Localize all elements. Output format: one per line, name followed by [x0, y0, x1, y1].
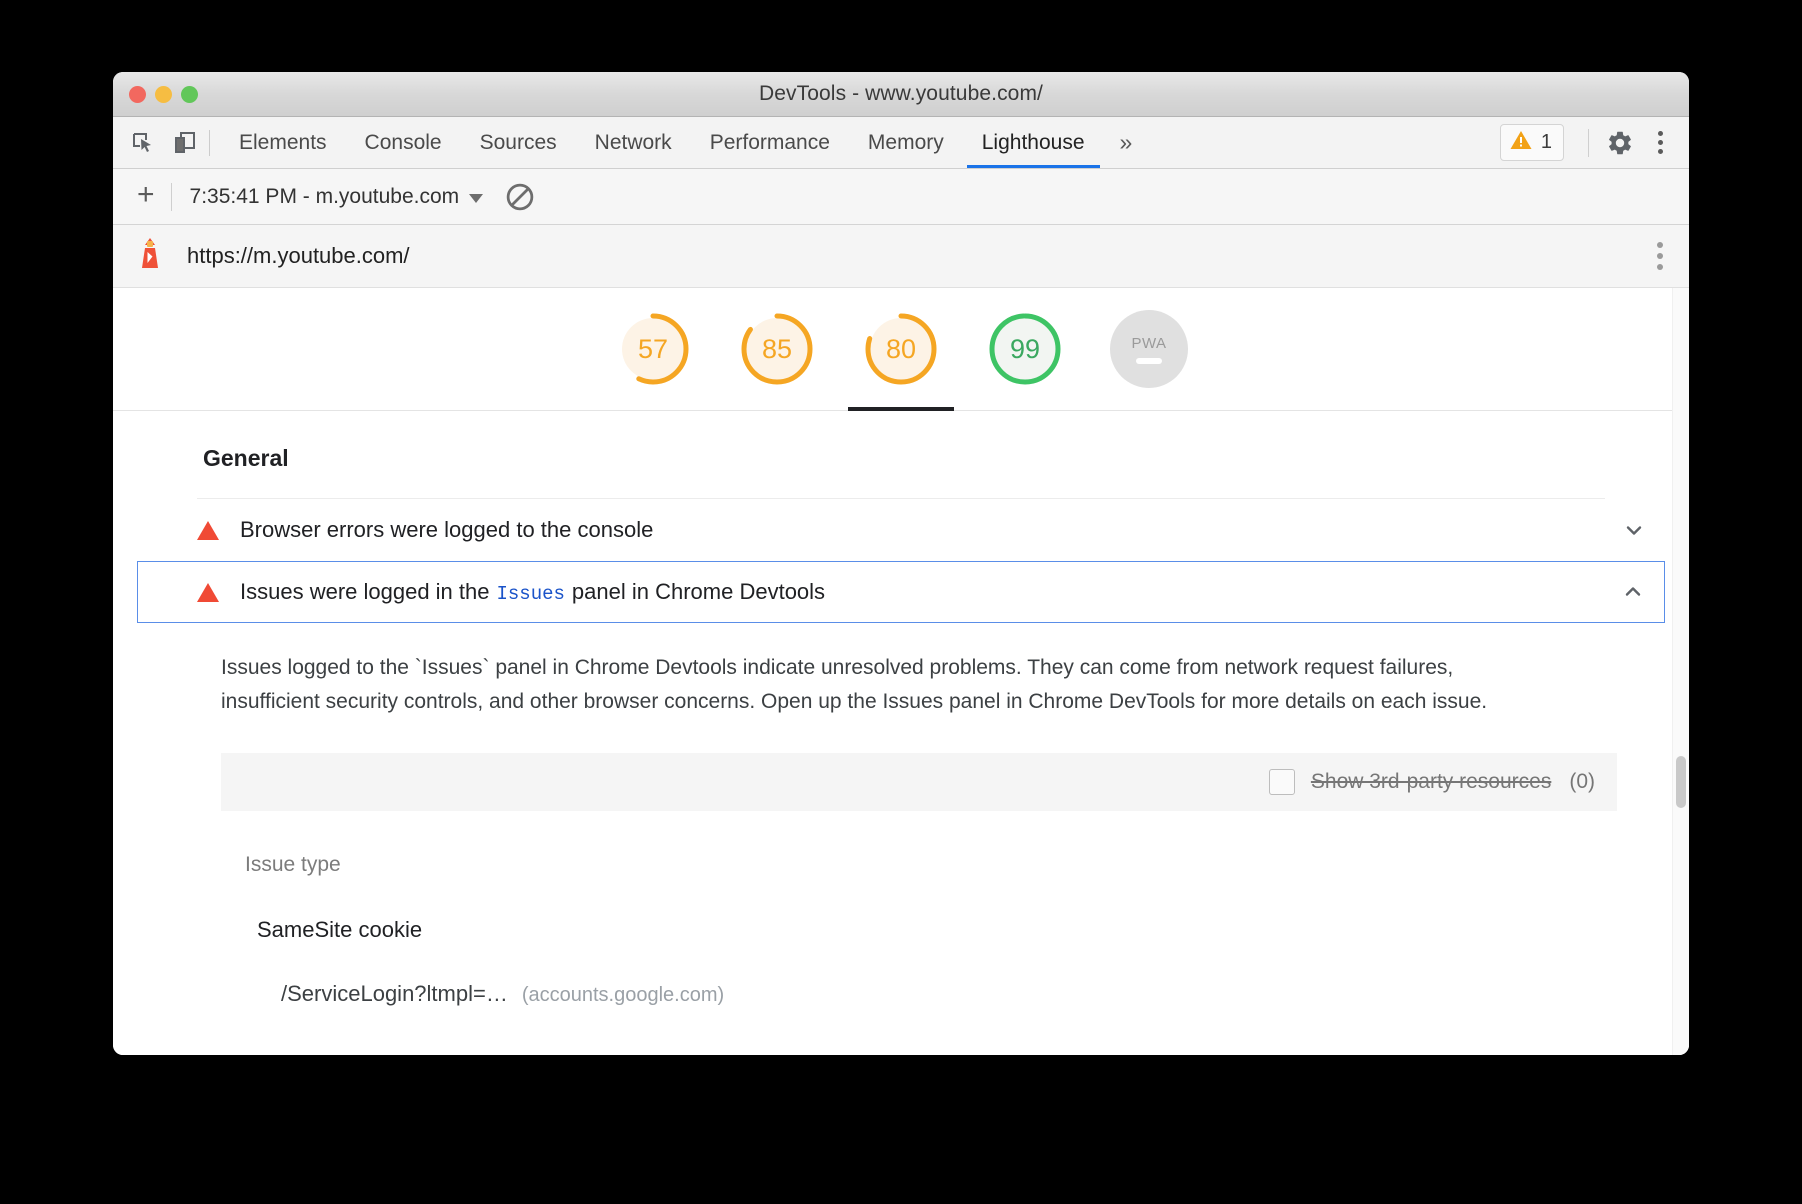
tab-label: Memory [868, 131, 944, 155]
pwa-dash-icon [1136, 358, 1162, 364]
lighthouse-kebab-menu-icon[interactable] [1657, 240, 1671, 273]
tab-network[interactable]: Network [576, 117, 691, 168]
gauge-best-practices[interactable]: 80 [850, 288, 952, 410]
audit-row-browser-errors[interactable]: Browser errors were logged to the consol… [137, 499, 1665, 561]
tab-label: Sources [480, 131, 557, 155]
audit-description: Issues logged to the `Issues` panel in C… [197, 623, 1581, 719]
tab-performance[interactable]: Performance [691, 117, 849, 168]
gauge-ring: 80 [862, 310, 940, 388]
gauge-value: 80 [886, 334, 916, 365]
audited-url: https://m.youtube.com/ [187, 243, 410, 269]
panel-tabs: Elements Console Sources Network Perform… [220, 117, 1148, 168]
warning-count: 1 [1541, 131, 1552, 154]
chevron-down-icon[interactable] [1621, 517, 1647, 543]
device-toolbar-icon[interactable] [171, 129, 199, 157]
tab-label: Console [365, 131, 442, 155]
issue-host: (accounts.google.com) [522, 984, 724, 1007]
tab-memory[interactable]: Memory [849, 117, 963, 168]
maximize-window-button[interactable] [181, 86, 198, 103]
gauge-ring: 85 [738, 310, 816, 388]
no-entry-icon[interactable] [505, 182, 535, 212]
toolbar-divider [209, 130, 210, 156]
devtools-tab-bar: Elements Console Sources Network Perform… [113, 117, 1689, 169]
audit-row-issues-panel[interactable]: Issues were logged in the Issues panel i… [137, 561, 1665, 623]
page-title: General [137, 411, 1665, 498]
minimize-window-button[interactable] [155, 86, 172, 103]
gauge-pwa[interactable]: PWA [1098, 288, 1200, 410]
warning-triangle-icon [197, 521, 219, 540]
screen: DevTools - www.youtube.com/ [0, 0, 1802, 1204]
lighthouse-report-toolbar: + 7:35:41 PM - m.youtube.com [113, 169, 1689, 225]
audit-title-code: Issues [490, 583, 572, 605]
third-party-filter-bar: Show 3rd-party resources (0) [221, 753, 1617, 811]
tab-sources[interactable]: Sources [461, 117, 576, 168]
gauge-ring: 57 [614, 310, 692, 388]
report-selector-label: 7:35:41 PM - m.youtube.com [190, 185, 460, 209]
tab-label: Network [595, 131, 672, 155]
gauge-ring: 99 [986, 310, 1064, 388]
show-third-party-checkbox[interactable] [1269, 769, 1295, 795]
devtools-window: DevTools - www.youtube.com/ [113, 72, 1689, 1055]
audit-title: Browser errors were logged to the consol… [240, 517, 653, 543]
new-audit-button[interactable]: + [131, 180, 171, 214]
gauge-accessibility[interactable]: 85 [726, 288, 828, 410]
gauge-value: 99 [1010, 334, 1040, 365]
tab-console[interactable]: Console [346, 117, 461, 168]
tab-elements[interactable]: Elements [220, 117, 346, 168]
score-gauges: 57 85 [113, 288, 1689, 411]
gauge-value: 85 [762, 334, 792, 365]
tab-label: Performance [710, 131, 830, 155]
tab-label: Elements [239, 131, 327, 155]
toolbar-right-actions: 1 [1500, 117, 1689, 168]
issues-table-column-header: Issue type [221, 811, 1617, 877]
gauge-value: 57 [638, 334, 668, 365]
audit-section: General Browser errors were logged to th… [113, 411, 1689, 1007]
show-third-party-label: Show 3rd-party resources [1311, 770, 1551, 794]
audit-title: Issues were logged in the Issues panel i… [240, 579, 825, 605]
more-tabs-label: » [1120, 129, 1133, 156]
gauge-ring: PWA [1110, 310, 1188, 388]
third-party-count: (0) [1569, 770, 1595, 794]
gauge-seo[interactable]: 99 [974, 288, 1076, 410]
window-traffic-lights [129, 72, 198, 116]
devtools-toolbar-icons [113, 117, 199, 168]
warning-triangle-icon [1509, 128, 1533, 157]
audit-detail-issues-panel: Issues logged to the `Issues` panel in C… [137, 623, 1665, 1007]
more-tabs-icon[interactable]: » [1104, 117, 1149, 168]
lighthouse-icon [135, 237, 165, 276]
chevron-up-icon[interactable] [1620, 579, 1646, 605]
vertical-scrollbar[interactable] [1672, 288, 1689, 1055]
gauge-performance[interactable]: 57 [602, 288, 704, 410]
show-third-party-text: Show 3rd-party resources [1311, 770, 1551, 793]
warning-triangle-icon [197, 583, 219, 602]
lighthouse-url-bar: https://m.youtube.com/ [113, 225, 1689, 288]
gear-icon[interactable] [1603, 126, 1637, 160]
report-selector-dropdown[interactable]: 7:35:41 PM - m.youtube.com [190, 185, 484, 209]
warning-badge[interactable]: 1 [1500, 124, 1564, 161]
issue-group-label: SameSite cookie [221, 877, 1617, 943]
inspect-element-icon[interactable] [129, 129, 157, 157]
gauge-value: PWA [1131, 335, 1166, 352]
tab-label: Lighthouse [982, 131, 1085, 155]
audit-title-before: Issues were logged in the [240, 579, 490, 605]
toolbar-divider-right [1588, 129, 1589, 157]
issues-table: Issue type SameSite cookie /ServiceLogin… [197, 811, 1641, 1007]
issue-item: /ServiceLogin?ltmpl=… (accounts.google.c… [221, 943, 1617, 1007]
report-toolbar-divider [171, 183, 172, 211]
window-title: DevTools - www.youtube.com/ [113, 82, 1689, 106]
audit-title-after: panel in Chrome Devtools [572, 579, 825, 605]
kebab-menu-icon[interactable] [1647, 126, 1673, 160]
tab-lighthouse[interactable]: Lighthouse [963, 117, 1104, 168]
close-window-button[interactable] [129, 86, 146, 103]
lighthouse-report-body: 57 85 [113, 288, 1689, 1055]
issue-url[interactable]: /ServiceLogin?ltmpl=… [281, 981, 508, 1007]
scrollbar-thumb[interactable] [1676, 756, 1686, 808]
window-title-bar: DevTools - www.youtube.com/ [113, 72, 1689, 117]
chevron-down-icon [469, 194, 483, 203]
